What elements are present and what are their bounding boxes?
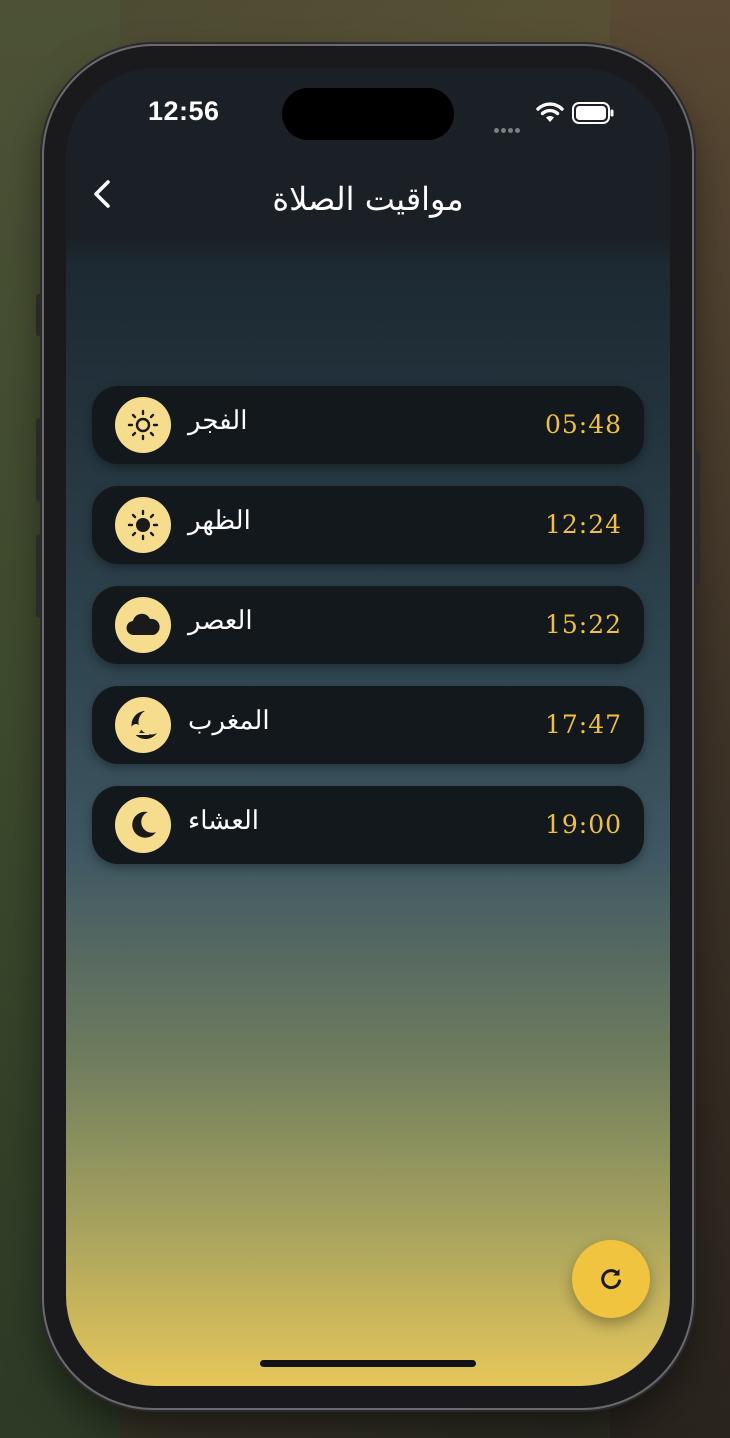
silent-switch bbox=[36, 294, 42, 336]
dynamic-island bbox=[282, 88, 454, 140]
battery-icon bbox=[572, 102, 614, 124]
refresh-icon bbox=[601, 1269, 621, 1290]
sun-filled-icon bbox=[115, 497, 171, 553]
home-indicator bbox=[260, 1360, 476, 1367]
prayer-card-fajr[interactable]: الفجر 05:48 bbox=[92, 386, 644, 464]
page-title: مواقيت الصلاة bbox=[272, 180, 464, 218]
navigation-bar-fade bbox=[66, 238, 670, 268]
prayer-times-list: الفجر 05:48 الظهر 12:24 العصر 15:22 المغ… bbox=[92, 386, 644, 886]
prayer-card-maghrib[interactable]: المغرب 17:47 bbox=[92, 686, 644, 764]
cellular-signal-icon bbox=[494, 118, 526, 133]
prayer-name: العصر bbox=[188, 606, 253, 636]
wifi-icon bbox=[536, 102, 564, 122]
volume-down-button bbox=[36, 534, 42, 618]
refresh-button[interactable] bbox=[572, 1240, 650, 1318]
sunset-moon-icon bbox=[115, 697, 171, 753]
prayer-name: المغرب bbox=[188, 706, 270, 736]
prayer-card-dhuhr[interactable]: الظهر 12:24 bbox=[92, 486, 644, 564]
prayer-time: 12:24 bbox=[544, 510, 622, 539]
app-screen: 12:56 مواقيت الصلاة الفجر 05:48 الظهر 12… bbox=[66, 68, 670, 1386]
prayer-time: 05:48 bbox=[544, 410, 622, 439]
status-time: 12:56 bbox=[148, 96, 220, 126]
prayer-card-asr[interactable]: العصر 15:22 bbox=[92, 586, 644, 664]
cloud-icon bbox=[115, 597, 171, 653]
prayer-time: 15:22 bbox=[544, 610, 622, 639]
prayer-name: الفجر bbox=[188, 406, 248, 436]
prayer-card-isha[interactable]: العشاء 19:00 bbox=[92, 786, 644, 864]
sun-outline-icon bbox=[115, 397, 171, 453]
prayer-name: الظهر bbox=[188, 506, 251, 536]
volume-up-button bbox=[36, 418, 42, 502]
prayer-time: 17:47 bbox=[544, 710, 622, 739]
power-button bbox=[694, 452, 700, 584]
prayer-name: العشاء bbox=[188, 806, 260, 836]
prayer-time: 19:00 bbox=[544, 810, 622, 839]
phone-frame: 12:56 مواقيت الصلاة الفجر 05:48 الظهر 12… bbox=[36, 46, 700, 1408]
moon-icon bbox=[115, 797, 171, 853]
